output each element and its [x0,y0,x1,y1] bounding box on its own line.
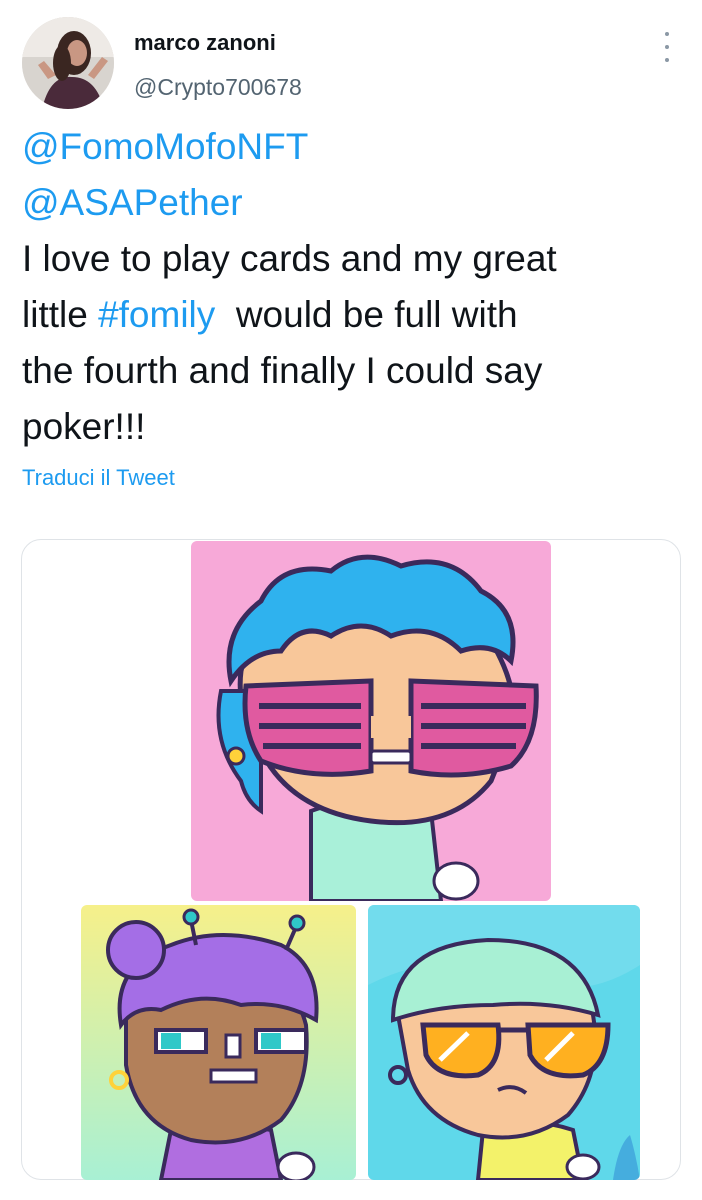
tweet-text: @FomoMofoNFT @ASAPether I love to play c… [22,119,682,455]
mention-link[interactable]: @FomoMofoNFT [22,126,308,167]
mention-link[interactable]: @ASAPether [22,182,243,223]
author-name[interactable]: marco zanoni [134,30,276,56]
tweet-line: little [22,294,99,335]
hashtag-link[interactable]: #fomily [98,294,215,335]
tweet-image-2[interactable] [81,905,356,1180]
more-options-button[interactable] [656,32,678,62]
tweet-line: I love to play cards and my great [22,238,557,279]
nft-character-mint-hair-icon [368,905,640,1180]
tweet-line: the fourth and finally I could say [22,350,543,391]
profile-photo [22,17,114,109]
tweet-line: poker!!! [22,406,146,447]
tweet-image-1[interactable] [191,541,551,901]
author-avatar[interactable] [22,17,114,109]
nft-character-purple-hair-icon [81,905,356,1180]
more-vertical-icon [665,32,669,36]
tweet-image-3[interactable] [368,905,640,1180]
tweet-line: would be full with [215,294,518,335]
author-handle[interactable]: @Crypto700678 [134,74,302,101]
nft-character-blue-hair-icon [191,541,551,901]
translate-tweet-link[interactable]: Traduci il Tweet [22,465,175,491]
